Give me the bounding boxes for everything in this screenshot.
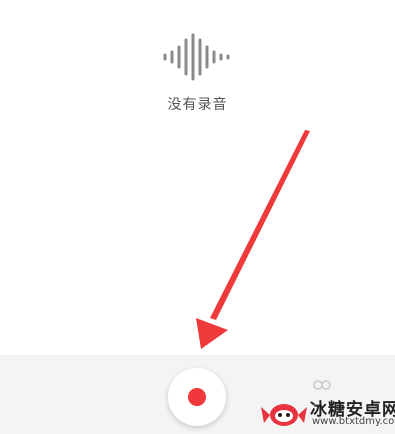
empty-state-message: 没有录音 bbox=[167, 97, 228, 113]
waveform-icon bbox=[163, 33, 230, 81]
record-icon bbox=[188, 388, 206, 406]
watermark-logo-icon bbox=[261, 404, 307, 426]
watermark-url: www.btxtdmy.com bbox=[312, 416, 395, 427]
watermark: 冰糖安卓网 www.btxtdmy.com bbox=[258, 393, 395, 434]
record-button[interactable] bbox=[168, 368, 226, 426]
